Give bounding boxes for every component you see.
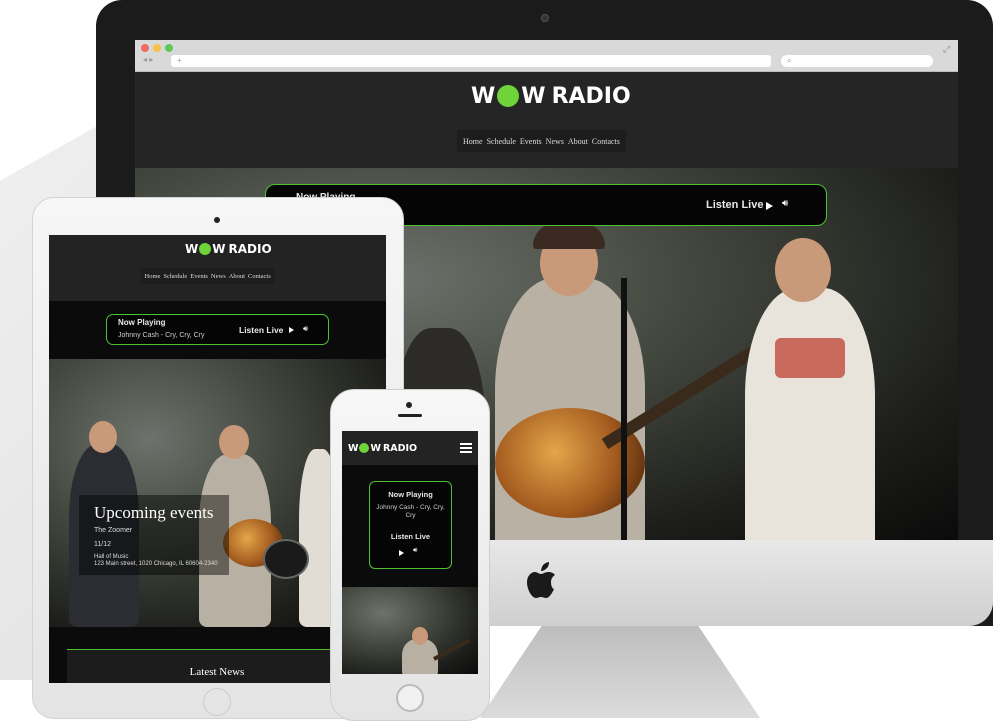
tablet-logo[interactable]: W W RADIO bbox=[185, 241, 272, 257]
shirt-print bbox=[775, 338, 845, 378]
phone-camera bbox=[406, 402, 412, 408]
phone-player[interactable]: Now Playing Johnny Cash - Cry, Cry, Cry … bbox=[369, 481, 452, 569]
address-bar[interactable]: + bbox=[171, 55, 771, 67]
site-logo[interactable]: W W RADIO bbox=[471, 82, 631, 110]
nav-events[interactable]: Events bbox=[190, 273, 208, 280]
maximize-window-icon[interactable] bbox=[165, 44, 173, 52]
nav-schedule[interactable]: Schedule bbox=[163, 273, 187, 280]
phone-logo[interactable]: W W RADIO bbox=[348, 441, 417, 455]
listen-live-button[interactable]: Listen Live bbox=[239, 325, 283, 335]
nav-about[interactable]: About bbox=[229, 273, 245, 280]
logo-text-w: W bbox=[471, 83, 496, 109]
mic-stand bbox=[621, 278, 627, 540]
now-playing-label: Now Playing bbox=[118, 318, 166, 327]
phone-speaker bbox=[398, 414, 422, 417]
phone-header: W W RADIO bbox=[342, 431, 478, 465]
now-playing-label: Now Playing bbox=[388, 490, 433, 499]
listen-live-button[interactable]: Listen Live bbox=[706, 199, 763, 211]
nav-news[interactable]: News bbox=[546, 137, 564, 146]
nav-home[interactable]: Home bbox=[145, 273, 161, 280]
event-name[interactable]: The Zoomer bbox=[94, 527, 132, 534]
phone-hero-photo bbox=[342, 587, 478, 674]
logo-o-icon bbox=[497, 85, 520, 107]
nav-events[interactable]: Events bbox=[520, 137, 542, 146]
event-date: 11/12 bbox=[94, 541, 111, 548]
track-title: Johnny Cash - Cry, Cry, Cry bbox=[376, 504, 445, 519]
logo-text-w2: W bbox=[370, 442, 381, 454]
play-icon[interactable] bbox=[399, 550, 404, 556]
nav-about[interactable]: About bbox=[568, 137, 588, 146]
track-title: Johnny Cash - Cry, Cry, Cry bbox=[118, 332, 205, 339]
nav-news[interactable]: News bbox=[211, 273, 226, 280]
minimize-window-icon[interactable] bbox=[153, 44, 161, 52]
listen-live-button[interactable]: Listen Live bbox=[370, 532, 451, 541]
logo-text-w: W bbox=[185, 242, 199, 256]
logo-text-w: W bbox=[348, 442, 359, 454]
event-venue: Hall of Music bbox=[94, 554, 129, 560]
nav-schedule[interactable]: Schedule bbox=[487, 137, 516, 146]
nav-home[interactable]: Home bbox=[463, 137, 483, 146]
tablet-nav: Home Schedule Events News About Contacts bbox=[141, 268, 275, 284]
tablet-home-button[interactable] bbox=[203, 688, 231, 716]
news-section: Latest News bbox=[67, 649, 367, 683]
logo-text-radio: RADIO bbox=[551, 83, 631, 109]
logo-text-w2: W bbox=[521, 83, 546, 109]
bassist-shirt bbox=[745, 288, 875, 540]
phone-screen: W W RADIO Now Playing Johnny Cash - Cry,… bbox=[342, 431, 478, 674]
nav-contacts[interactable]: Contacts bbox=[248, 273, 271, 280]
close-window-icon[interactable] bbox=[141, 44, 149, 52]
browser-search-field[interactable]: ⌕ bbox=[781, 55, 933, 67]
site-header: W W RADIO Home Schedule Events News Abou… bbox=[135, 72, 958, 168]
main-nav: Home Schedule Events News About Contacts bbox=[457, 130, 626, 152]
logo-o-icon bbox=[199, 243, 212, 255]
guitarist-hair bbox=[533, 223, 605, 249]
play-icon[interactable] bbox=[289, 327, 294, 333]
menu-icon[interactable] bbox=[460, 441, 472, 455]
logo-text-radio: RADIO bbox=[228, 242, 272, 256]
phone-home-button[interactable] bbox=[396, 684, 424, 712]
bassist-head bbox=[775, 238, 831, 302]
browser-toolbar: ◂ ▸ + ⌕ ⤢ bbox=[135, 40, 958, 72]
nav-contacts[interactable]: Contacts bbox=[592, 137, 620, 146]
speaker-icon[interactable]: 🔊︎ bbox=[413, 547, 417, 555]
events-heading: Upcoming events bbox=[94, 503, 214, 522]
speaker-icon[interactable]: 🔊︎ bbox=[303, 324, 308, 334]
guitarist-head bbox=[219, 425, 249, 459]
back-forward-icon[interactable]: ◂ ▸ bbox=[143, 55, 153, 64]
play-icon[interactable] bbox=[766, 202, 773, 210]
tablet-player[interactable]: Now Playing Johnny Cash - Cry, Cry, Cry … bbox=[106, 314, 329, 345]
desktop-camera bbox=[541, 14, 549, 22]
tablet-header: W W RADIO Home Schedule Events News Abou… bbox=[49, 235, 386, 301]
fullscreen-icon[interactable]: ⤢ bbox=[943, 44, 950, 55]
apple-logo-icon bbox=[527, 562, 555, 598]
logo-text-radio: RADIO bbox=[382, 442, 418, 454]
drum-kit bbox=[263, 539, 309, 579]
singer-head bbox=[89, 421, 117, 453]
logo-text-w2: W bbox=[212, 242, 226, 256]
tablet-camera bbox=[214, 217, 220, 223]
event-address: 123 Main street, 1020 Chicago, IL 60604-… bbox=[94, 561, 218, 567]
logo-o-icon bbox=[359, 443, 370, 453]
guitar-neck bbox=[433, 638, 471, 661]
news-heading: Latest News bbox=[189, 666, 245, 678]
guitarist-head bbox=[412, 627, 428, 645]
desktop-stand bbox=[480, 626, 760, 718]
speaker-icon[interactable]: 🔊︎ bbox=[782, 198, 788, 209]
